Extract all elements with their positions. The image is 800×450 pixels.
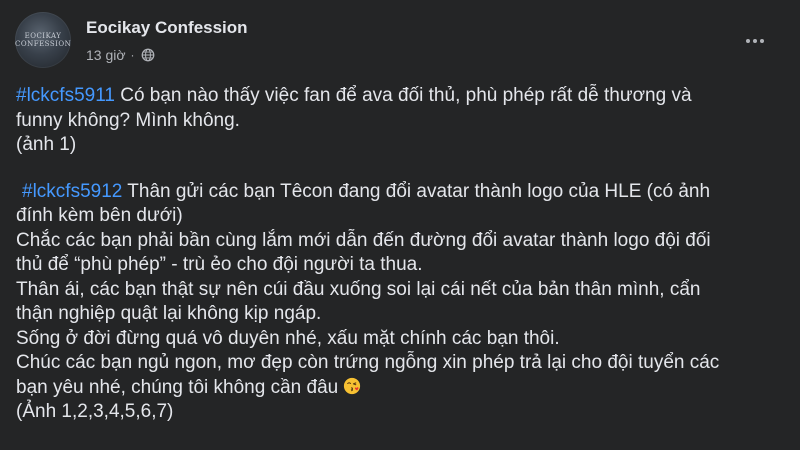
- globe-icon[interactable]: [141, 48, 155, 62]
- confession-line: (ảnh 1): [16, 134, 77, 155]
- hashtag-link[interactable]: #lckcfs5912: [22, 181, 122, 202]
- confession-line: funny không? Mình không.: [16, 109, 240, 131]
- confession-line: bạn yêu nhé, chúng tôi không cần đâu: [16, 376, 791, 401]
- confession-text: Có bạn nào thấy việc fan để ava đối thủ,…: [114, 85, 692, 106]
- post-meta: 13 giờ ·: [86, 47, 155, 63]
- more-options-icon[interactable]: [740, 27, 770, 55]
- avatar-logo-text: EOCIKAY CONFESSION: [15, 32, 71, 48]
- confession-line: #lckcfs5912 Thân gửi các bạn Têcon đang …: [16, 180, 791, 205]
- hashtag-link[interactable]: #lckcfs5911: [16, 85, 115, 106]
- confession-line: Chắc các bạn phải bần cùng lắm mới dẫn đ…: [16, 229, 711, 251]
- more-dot: [746, 39, 750, 43]
- confession-line: (Ảnh 1,2,3,4,5,6,7): [16, 401, 174, 422]
- facebook-post: EOCIKAY CONFESSION Eocikay Confession 13…: [0, 0, 800, 450]
- page-avatar[interactable]: EOCIKAY CONFESSION: [15, 12, 71, 68]
- confession-line: thận nghiệp quật lại không kịp ngáp.: [16, 303, 322, 324]
- confession-line: đính kèm bên dưới): [16, 205, 183, 226]
- avatar-logo-line-2: CONFESSION: [15, 40, 71, 48]
- page-name-link[interactable]: Eocikay Confession: [86, 18, 248, 38]
- confession-line: Thân ái, các bạn thật sự nên cúi đầu xuố…: [16, 278, 701, 300]
- post-body: #lckcfs5911 Có bạn nào thấy việc fan để …: [16, 84, 791, 425]
- confession-line: Chúc các bạn ngủ ngon, mơ đẹp còn trứng …: [16, 352, 720, 373]
- more-dot: [760, 39, 764, 43]
- meta-separator: ·: [130, 48, 135, 62]
- kissing-face-emoji-icon: [343, 377, 361, 395]
- confession-line: #lckcfs5911 Có bạn nào thấy việc fan để …: [16, 84, 791, 109]
- confession-text: bạn yêu nhé, chúng tôi không cần đâu: [16, 376, 339, 398]
- confession-text: Thân gửi các bạn Têcon đang đổi avatar t…: [122, 180, 711, 202]
- avatar-logo-line-1: EOCIKAY: [24, 32, 62, 40]
- more-dot: [753, 39, 757, 43]
- post-timestamp[interactable]: 13 giờ: [86, 47, 126, 63]
- confession-line: thủ để “phù phép” - trù ẻo cho đội người…: [16, 254, 423, 275]
- confession-line: Sống ở đời đừng quá vô duyên nhé, xấu mặ…: [16, 327, 560, 349]
